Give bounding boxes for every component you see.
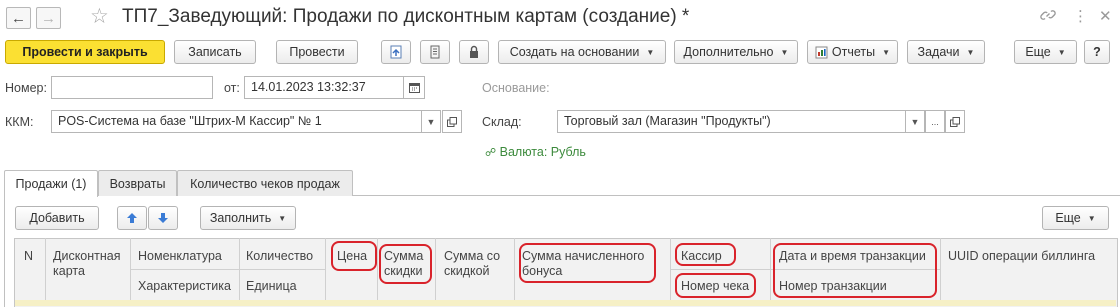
table-row[interactable]: [15, 300, 1116, 306]
arrow-down-icon: [158, 213, 168, 223]
column-header-n[interactable]: N: [24, 249, 33, 264]
help-button[interactable]: ?: [1084, 40, 1110, 64]
kebab-icon[interactable]: ⋮: [1073, 7, 1088, 25]
highlight-bonus-sum: [519, 243, 656, 283]
tasks-button[interactable]: Задачи ▼: [907, 40, 985, 64]
warehouse-open-button[interactable]: [945, 110, 965, 133]
more-button[interactable]: Еще ▼: [1014, 40, 1077, 64]
create-based-on-button[interactable]: Создать на основании ▼: [498, 40, 666, 64]
column-divider: [514, 238, 515, 300]
close-icon[interactable]: ✕: [1099, 7, 1112, 25]
window-title: ТП7_Заведующий: Продажи по дисконтным ка…: [122, 6, 690, 27]
arrow-up-icon: [127, 213, 137, 223]
number-label: Номер:: [5, 81, 47, 95]
journal-icon: [430, 45, 440, 59]
reports-label: Отчеты: [831, 45, 876, 59]
reports-button[interactable]: Отчеты ▼: [807, 40, 898, 64]
link-icon: ☍: [485, 147, 497, 159]
tasks-label: Задачи: [917, 45, 960, 59]
column-header-nomenclature[interactable]: Номенклатура: [138, 249, 222, 264]
movements-button[interactable]: [381, 40, 411, 64]
kkm-open-button[interactable]: [442, 110, 462, 133]
currency-link[interactable]: ☍ Валюта: Рубль: [485, 145, 586, 159]
post-and-close-button[interactable]: Провести и закрыть: [5, 40, 165, 64]
chevron-down-icon: ▼: [646, 47, 655, 57]
arrow-right-icon: →: [41, 9, 56, 27]
create-based-on-label: Создать на основании: [509, 45, 640, 59]
chevron-down-icon: ▼: [780, 47, 789, 57]
column-header-billing-uuid[interactable]: UUID операции биллинга: [948, 249, 1095, 264]
move-down-button[interactable]: [148, 206, 178, 230]
lock-icon: [470, 45, 478, 58]
warehouse-select-button[interactable]: ...: [925, 110, 945, 133]
column-divider: [940, 238, 941, 300]
highlight-discount-sum: [379, 244, 432, 284]
kkm-label: ККМ:: [5, 115, 34, 129]
fill-label: Заполнить: [209, 211, 272, 225]
date-label: от:: [224, 81, 240, 95]
column-header-quantity[interactable]: Количество: [246, 249, 313, 264]
tab-returns[interactable]: Возвраты: [98, 170, 177, 196]
highlight-transaction: [773, 243, 937, 298]
additional-label: Дополнительно: [683, 45, 774, 59]
save-button[interactable]: Записать: [174, 40, 256, 64]
open-icon: [950, 116, 960, 127]
warehouse-dropdown-button[interactable]: ▼: [905, 110, 925, 133]
link-icon[interactable]: [1040, 7, 1056, 28]
column-header-unit[interactable]: Единица: [246, 279, 297, 294]
currency-text: Валюта: Рубль: [499, 145, 586, 159]
move-up-button[interactable]: [117, 206, 147, 230]
kkm-field[interactable]: POS-Система на базе "Штрих-М Кассир" № 1: [51, 110, 422, 133]
chevron-down-icon: ▼: [966, 47, 975, 57]
highlight-cashier: [675, 243, 736, 266]
more-label: Еще: [1025, 45, 1051, 59]
column-header-card[interactable]: Дисконтная карта: [53, 249, 129, 279]
calendar-button[interactable]: [403, 76, 425, 99]
warehouse-field[interactable]: Торговый зал (Магазин "Продукты"): [557, 110, 906, 133]
chevron-down-icon: ▼: [1057, 47, 1066, 57]
lock-button[interactable]: [459, 40, 489, 64]
journal-button[interactable]: [420, 40, 450, 64]
star-icon[interactable]: ☆: [90, 4, 109, 29]
add-row-button[interactable]: Добавить: [15, 206, 99, 230]
forward-button[interactable]: →: [36, 7, 61, 29]
column-divider: [325, 238, 326, 300]
arrow-left-icon: ←: [11, 9, 26, 27]
column-header-sum-with-discount[interactable]: Сумма со скидкой: [444, 249, 510, 279]
chevron-down-icon: ▼: [910, 116, 920, 127]
tab-receipts-count[interactable]: Количество чеков продаж: [177, 170, 353, 196]
back-button[interactable]: ←: [6, 7, 31, 29]
calendar-icon: [408, 83, 420, 93]
column-divider: [45, 238, 46, 300]
tab-sales[interactable]: Продажи (1): [4, 170, 98, 197]
post-button[interactable]: Провести: [276, 40, 358, 64]
open-icon: [447, 116, 457, 127]
column-divider: [435, 238, 436, 300]
column-header-characteristic[interactable]: Характеристика: [138, 279, 231, 294]
chevron-down-icon: ▼: [278, 213, 287, 223]
table-more-button[interactable]: Еще ▼: [1042, 206, 1109, 230]
additional-button[interactable]: Дополнительно ▼: [674, 40, 798, 64]
basis-label: Основание:: [482, 81, 550, 95]
number-field[interactable]: [51, 76, 213, 99]
kkm-dropdown-button[interactable]: ▼: [421, 110, 441, 133]
warehouse-label: Склад:: [482, 115, 522, 129]
highlight-price: [331, 241, 377, 271]
date-field[interactable]: 14.01.2023 13:32:37: [244, 76, 405, 99]
highlight-receipt-number: [675, 273, 756, 298]
report-icon: [815, 46, 828, 58]
column-divider: [377, 238, 378, 300]
chevron-down-icon: ▼: [1087, 213, 1096, 223]
document-movements-icon: [390, 45, 402, 59]
chevron-down-icon: ▼: [426, 116, 436, 127]
chevron-down-icon: ▼: [882, 47, 891, 57]
row-divider: [130, 269, 325, 270]
table-more-label: Еще: [1055, 211, 1081, 225]
fill-button[interactable]: Заполнить ▼: [200, 206, 296, 230]
